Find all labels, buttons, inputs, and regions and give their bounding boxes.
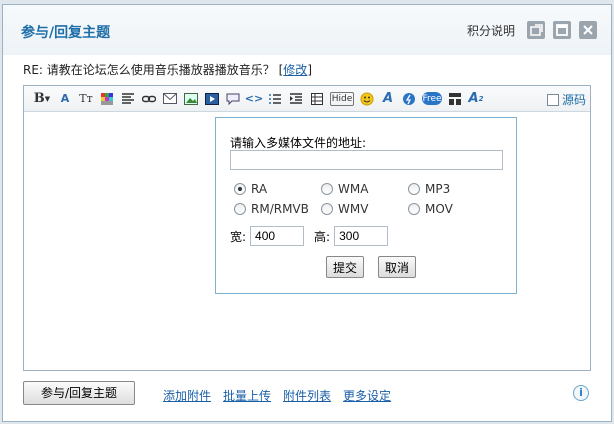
source-toggle[interactable]: 源码	[546, 91, 586, 108]
height-input[interactable]	[334, 226, 389, 246]
free-icon[interactable]: Free	[422, 92, 442, 105]
text-style-icon[interactable]: A	[380, 91, 396, 107]
quote-icon[interactable]	[225, 91, 241, 107]
media-icon[interactable]	[204, 91, 220, 107]
flash-icon[interactable]	[401, 91, 417, 107]
align-icon[interactable]	[120, 91, 136, 107]
popup-actions: 提交 取消	[326, 256, 417, 278]
format-option-ra[interactable]: RA	[234, 182, 321, 196]
width-input[interactable]	[250, 226, 305, 246]
radio-ra[interactable]	[234, 183, 246, 195]
image-icon[interactable]	[183, 91, 199, 107]
source-checkbox[interactable]	[546, 93, 559, 106]
add-attachment-link[interactable]: 添加附件	[163, 387, 211, 404]
format-option-wmv[interactable]: WMV	[321, 202, 408, 216]
restore-icon[interactable]	[527, 21, 545, 39]
submit-media-button[interactable]: 提交	[326, 256, 365, 278]
close-icon[interactable]	[579, 21, 597, 39]
radio-mp3[interactable]	[408, 183, 420, 195]
radio-wmv[interactable]	[321, 203, 333, 215]
indent-icon[interactable]	[288, 91, 304, 107]
media-url-input[interactable]	[230, 150, 503, 170]
source-label: 源码	[561, 93, 586, 107]
cancel-media-button[interactable]: 取消	[378, 256, 417, 278]
color-icon[interactable]	[99, 91, 115, 107]
media-url-prompt: 请输入多媒体文件的地址:	[230, 136, 367, 150]
footer-links: 添加附件 批量上传 附件列表 更多设定	[163, 387, 391, 404]
media-insert-popup: 请输入多媒体文件的地址: RA WMA MP3 RM/RMVB WMV MOV …	[215, 117, 517, 294]
format-option-rmvb[interactable]: RM/RMVB	[234, 202, 321, 216]
email-icon[interactable]	[162, 91, 178, 107]
width-label: 宽:	[230, 229, 247, 244]
subject-text: RE: 请教在论坛怎么使用音乐播放器播放音乐？	[23, 63, 275, 77]
height-label: 高:	[314, 229, 331, 244]
format-option-wma[interactable]: WMA	[321, 182, 408, 196]
link-icon[interactable]	[141, 91, 157, 107]
batch-upload-link[interactable]: 批量上传	[223, 387, 271, 404]
table-icon[interactable]	[309, 91, 325, 107]
radio-rmvb[interactable]	[234, 203, 246, 215]
dimensions-row: 宽: 高:	[230, 226, 389, 246]
superscript-icon[interactable]: A2	[468, 91, 484, 107]
layout-icon[interactable]	[447, 91, 463, 107]
code-icon[interactable]: <>	[245, 91, 263, 107]
format-option-mov[interactable]: MOV	[408, 202, 495, 216]
font-icon[interactable]: A	[57, 91, 73, 107]
ordered-list-icon[interactable]	[267, 91, 283, 107]
reply-subject: RE: 请教在论坛怎么使用音乐播放器播放音乐？ [修改]	[23, 63, 312, 77]
credit-help-link[interactable]: 积分说明	[467, 22, 515, 39]
radio-mov[interactable]	[408, 203, 420, 215]
format-row-2: RM/RMVB WMV MOV	[234, 202, 495, 216]
hide-icon[interactable]: Hide	[330, 91, 354, 106]
reply-dialog: 参与/回复主题 积分说明 RE: 请教在论坛怎么使用音乐播放器播放音乐？ [修改…	[2, 4, 612, 422]
edit-subject-link[interactable]: 修改	[283, 63, 307, 77]
format-row-1: RA WMA MP3	[234, 182, 495, 196]
info-icon[interactable]: i	[573, 385, 589, 401]
editor-toolbar: B ▼ A Tт <> Hide A Free A2 源码	[24, 86, 590, 112]
submit-reply-button[interactable]: 参与/回复主题	[23, 381, 135, 405]
format-option-mp3[interactable]: MP3	[408, 182, 495, 196]
dialog-title: 参与/回复主题	[21, 25, 111, 41]
maximize-icon[interactable]	[553, 21, 571, 39]
smiley-icon[interactable]	[359, 91, 375, 107]
radio-wma[interactable]	[321, 183, 333, 195]
attachment-list-link[interactable]: 附件列表	[283, 387, 331, 404]
title-bar: 参与/回复主题 积分说明	[3, 5, 611, 55]
title-actions: 积分说明	[467, 21, 597, 39]
font-size-icon[interactable]: Tт	[78, 91, 94, 107]
more-settings-link[interactable]: 更多设定	[343, 387, 391, 404]
bold-icon[interactable]: B ▼	[32, 91, 52, 107]
